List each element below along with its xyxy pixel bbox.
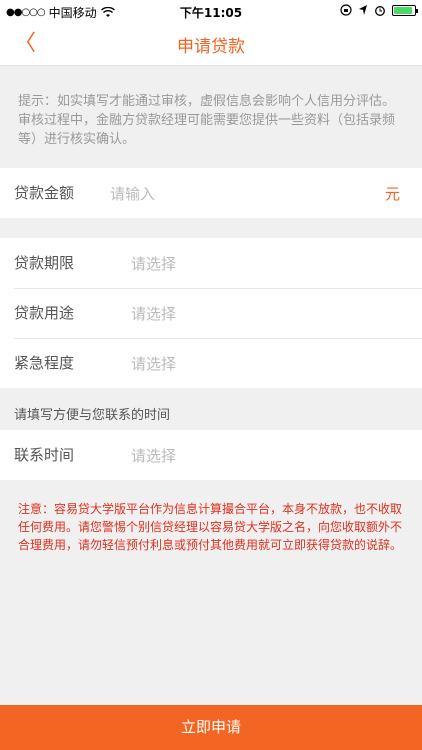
urgency-select[interactable]: 请选择 [131,353,176,374]
status-bar: ●●○○○ 中国移动 下午11:05 [0,0,422,22]
status-right [340,4,418,16]
location-icon [359,5,367,15]
page-title: 申请贷款 [177,37,245,57]
urgency-row[interactable]: 紧急程度 请选择 [0,338,422,388]
loan-purpose-select[interactable]: 请选择 [131,303,176,324]
nav-bar: 〈 申请贷款 [0,22,422,66]
alarm-icon [375,6,385,16]
rotation-lock-icon [340,4,352,16]
contact-section-title: 请填写方便与您联系的时间 [14,408,171,423]
contact-group: 联系时间 请选择 [0,430,422,480]
amount-unit: 元 [384,185,400,203]
loan-purpose-label: 贷款用途 [14,304,75,322]
submit-button[interactable]: 立即申请 [0,705,422,750]
loan-term-select[interactable]: 请选择 [131,253,176,274]
contact-time-row[interactable]: 联系时间 请选择 [0,430,422,480]
loan-details-group: 贷款期限 请选择 贷款用途 请选择 紧急程度 请选择 [0,238,422,388]
amount-label: 贷款金额 [14,184,75,202]
amount-group: 贷款金额 请输入 元 [0,168,422,218]
urgency-label: 紧急程度 [14,354,75,372]
loan-term-row[interactable]: 贷款期限 请选择 [0,238,422,288]
contact-time-select[interactable]: 请选择 [131,445,176,466]
loan-term-label: 贷款期限 [14,254,75,272]
notice-text: 提示：如实填写才能通过审核，虚假信息会影响个人信用分评估。审核过程中，金融方贷款… [18,94,396,147]
warning-text: 注意：容易贷大学版平台作为信息计算撮合平台，本身不放款，也不收取任何费用。请您警… [18,502,403,552]
amount-input[interactable]: 请输入 [110,183,155,204]
battery-icon [392,4,418,16]
loan-purpose-row[interactable]: 贷款用途 请选择 [0,288,422,338]
contact-time-label: 联系时间 [14,446,75,464]
amount-row[interactable]: 贷款金额 请输入 元 [0,168,422,218]
